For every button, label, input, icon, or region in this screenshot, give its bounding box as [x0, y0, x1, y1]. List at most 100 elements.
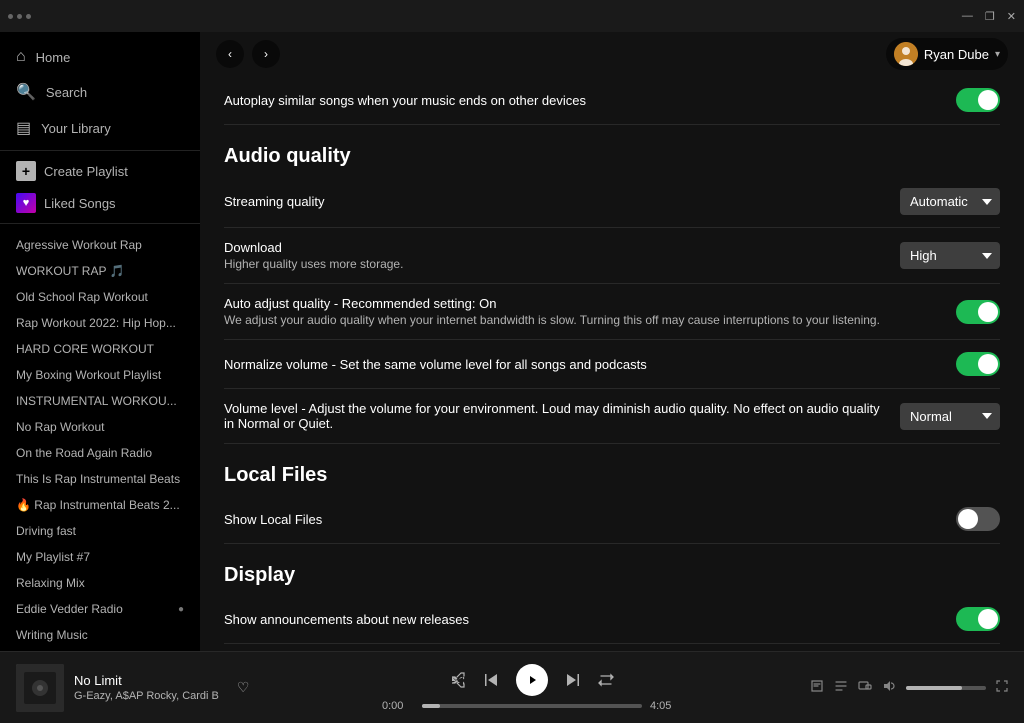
sidebar-item-home[interactable]: ⌂Home — [0, 40, 200, 74]
list-item[interactable]: Old School Rap Workout — [0, 284, 200, 310]
setting-row: Download Higher quality uses more storage… — [224, 228, 1000, 284]
heart-icon: ♥ — [16, 193, 36, 213]
titlebar: — ❐ ✕ — [0, 0, 1024, 32]
playlist-label: Old School Rap Workout — [16, 290, 148, 304]
setting-row: Show desktop overlay when using media ke… — [224, 644, 1000, 651]
progress-track[interactable] — [422, 704, 642, 708]
setting-label: Show announcements about new releases — [224, 612, 940, 627]
setting-row: Streaming quality AutomaticLowNormalHighV… — [224, 176, 1000, 228]
setting-row: Show announcements about new releases — [224, 595, 1000, 644]
list-item[interactable]: No Rap Workout — [0, 414, 200, 440]
sidebar-item-library[interactable]: ▤ Your Library — [0, 110, 200, 146]
playlist-label: Agressive Workout Rap — [16, 238, 142, 252]
back-button[interactable]: ‹ — [216, 40, 244, 68]
nav-label-library: Your Library — [41, 121, 111, 136]
list-item[interactable]: My Boxing Workout Playlist — [0, 362, 200, 388]
playlist-label: INSTRUMENTAL WORKOU... — [16, 394, 177, 408]
next-button[interactable] — [564, 671, 582, 689]
chevron-down-icon: ▾ — [995, 49, 1000, 60]
liked-songs-label: Liked Songs — [44, 196, 116, 211]
toggle-control[interactable] — [956, 352, 1000, 376]
section-title: Audio quality — [224, 145, 1000, 168]
setting-label: Show Local Files — [224, 512, 940, 527]
nav-icon-home: ⌂ — [16, 48, 26, 66]
playlist-label: 🔥 Rap Instrumental Beats 2... — [16, 498, 180, 512]
toggle-control[interactable] — [956, 300, 1000, 324]
song-title: No Limit — [74, 673, 219, 688]
list-item[interactable]: WORKOUT RAP 🎵 — [0, 258, 200, 284]
main-content: ‹ › Ryan Dube ▾ Autoplay si — [200, 32, 1024, 651]
dot-icon: ● — [178, 604, 184, 615]
player-track-info: No Limit G-Eazy, A$AP Rocky, Cardi B ♡ — [16, 664, 256, 712]
playlist-label: This Is Rap Instrumental Beats — [16, 472, 180, 486]
devices-button[interactable] — [858, 679, 872, 696]
dropdown-control[interactable]: AutomaticLowNormalHighVery High — [900, 188, 1000, 215]
playlist-label: Driving fast — [16, 524, 76, 538]
list-item[interactable]: On the Road Again Radio — [0, 440, 200, 466]
liked-songs[interactable]: ♥ Liked Songs — [0, 187, 200, 219]
setting-sublabel: We adjust your audio quality when your i… — [224, 313, 940, 327]
lyrics-button[interactable] — [810, 679, 824, 696]
list-item[interactable]: HARD CORE WORKOUT — [0, 336, 200, 362]
play-pause-button[interactable] — [516, 664, 548, 696]
nav-icon-search: 🔍 — [16, 82, 36, 102]
plus-icon: + — [16, 161, 36, 181]
setting-label: Streaming quality — [224, 194, 884, 209]
list-item[interactable]: Eddie Vedder Radio● — [0, 596, 200, 622]
nav-icon-library: ▤ — [16, 118, 31, 138]
dropdown-control[interactable]: LowNormalHighVery High — [900, 242, 1000, 269]
repeat-button[interactable] — [598, 672, 614, 688]
list-item[interactable]: Agressive Workout Rap — [0, 232, 200, 258]
section-title: Display — [224, 564, 1000, 587]
autoplay-toggle[interactable] — [956, 88, 1000, 112]
toggle-control[interactable] — [956, 607, 1000, 631]
song-artist: G-Eazy, A$AP Rocky, Cardi B — [74, 690, 219, 702]
queue-button[interactable] — [834, 679, 848, 696]
toggle-control[interactable] — [956, 507, 1000, 531]
playlist-label: My Playlist #7 — [16, 550, 90, 564]
nav-label-search: Search — [46, 85, 87, 100]
player-controls: 0:00 4:05 — [256, 664, 808, 712]
list-item[interactable]: Relaxing Mix — [0, 570, 200, 596]
sidebar-divider-2 — [0, 223, 200, 224]
volume-slider[interactable] — [906, 686, 986, 690]
setting-row: Show Local Files — [224, 495, 1000, 544]
setting-label: Auto adjust quality - Recommended settin… — [224, 296, 940, 311]
volume-icon[interactable] — [882, 679, 896, 696]
setting-label: Download — [224, 240, 884, 255]
user-badge[interactable]: Ryan Dube ▾ — [886, 38, 1008, 70]
shuffle-button[interactable] — [450, 672, 466, 688]
minimize-button[interactable]: — — [962, 10, 973, 23]
autoplay-row: Autoplay similar songs when your music e… — [224, 76, 1000, 125]
playlist-label: Writing Music — [16, 628, 88, 642]
heart-icon[interactable]: ♡ — [237, 679, 250, 696]
fullscreen-button[interactable] — [996, 680, 1008, 695]
avatar — [894, 42, 918, 66]
progress-bar[interactable]: 0:00 4:05 — [382, 700, 682, 712]
list-item[interactable]: Writing Music — [0, 622, 200, 648]
sidebar-item-search[interactable]: 🔍 Search — [0, 74, 200, 110]
list-item[interactable]: 🔥 Rap Instrumental Beats 2... — [0, 492, 200, 518]
list-item[interactable]: Driving fast — [0, 518, 200, 544]
forward-button[interactable]: › — [252, 40, 280, 68]
maximize-button[interactable]: ❐ — [985, 10, 995, 23]
list-item[interactable]: INSTRUMENTAL WORKOU... — [0, 388, 200, 414]
topbar: ‹ › Ryan Dube ▾ — [200, 32, 1024, 76]
titlebar-controls[interactable]: — ❐ ✕ — [962, 10, 1016, 23]
dropdown-control[interactable]: QuietNormalLoud — [900, 403, 1000, 430]
playlist-label: My Boxing Workout Playlist — [16, 368, 161, 382]
sidebar-divider — [0, 150, 200, 151]
time-current: 0:00 — [382, 700, 414, 712]
list-item[interactable]: Rap Workout 2022: Hip Hop... — [0, 310, 200, 336]
setting-row: Normalize volume - Set the same volume l… — [224, 340, 1000, 389]
previous-button[interactable] — [482, 671, 500, 689]
nav-arrows[interactable]: ‹ › — [216, 40, 280, 68]
setting-sublabel: Higher quality uses more storage. — [224, 257, 884, 271]
playlist-label: No Rap Workout — [16, 420, 104, 434]
close-button[interactable]: ✕ — [1007, 10, 1016, 23]
list-item[interactable]: This Is Rap Instrumental Beats — [0, 466, 200, 492]
playlist-label: HARD CORE WORKOUT — [16, 342, 154, 356]
list-item[interactable]: My Playlist #7 — [0, 544, 200, 570]
create-playlist-label: Create Playlist — [44, 164, 128, 179]
create-playlist[interactable]: + Create Playlist — [0, 155, 200, 187]
